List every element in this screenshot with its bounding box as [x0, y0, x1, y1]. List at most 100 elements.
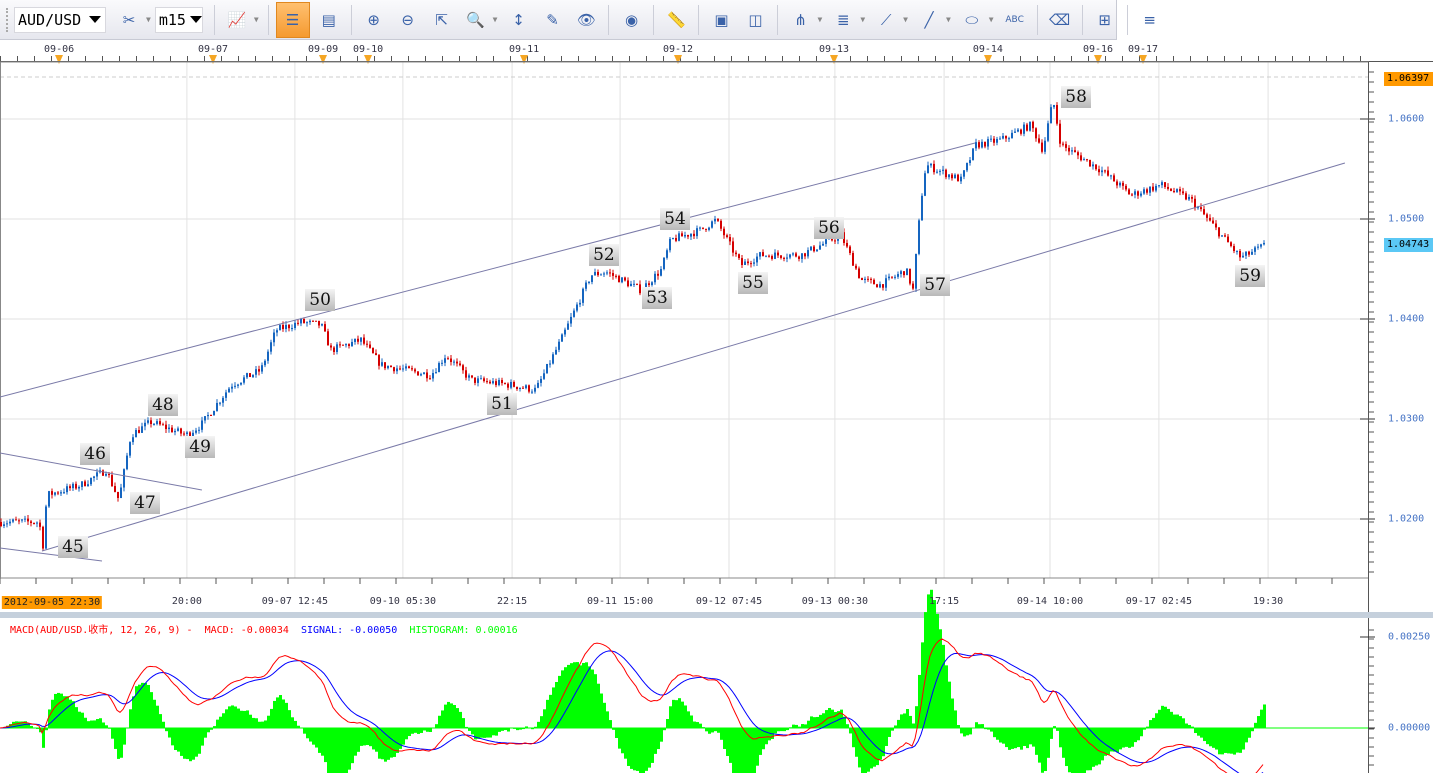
histogram-bar [1086, 728, 1089, 771]
histogram-bar [1101, 728, 1104, 761]
histogram-bar [744, 728, 747, 773]
candle-down [798, 256, 800, 259]
candle-down [705, 228, 707, 230]
histogram-bar [102, 722, 105, 728]
candle-up [291, 328, 293, 330]
candle-down [1170, 188, 1172, 191]
candle-up [252, 374, 254, 378]
candle-up [36, 522, 38, 524]
histogram-bar [1239, 728, 1242, 753]
candle-down [1098, 169, 1100, 173]
candle-up [534, 387, 536, 392]
candle-down [513, 382, 515, 387]
wave-label: 58 [1061, 86, 1092, 108]
candle-up [900, 271, 902, 275]
candle-up [63, 492, 65, 494]
histogram-bar [96, 719, 99, 728]
wave-label: 53 [642, 287, 672, 309]
candle-down [258, 369, 260, 372]
histogram-bar [279, 695, 282, 728]
histogram-bar [267, 715, 270, 728]
histogram-bar [1173, 714, 1176, 728]
histogram-bar [450, 703, 453, 728]
candle-down [777, 252, 779, 256]
candle-down [1173, 190, 1175, 192]
candle-up [1257, 246, 1259, 248]
candle-down [411, 368, 413, 370]
candle-down [732, 241, 734, 253]
candle-up [54, 492, 56, 495]
time-label: 09-13 00:30 [801, 596, 869, 607]
candle-down [1230, 242, 1232, 247]
histogram-bar [1014, 728, 1017, 749]
candle-up [351, 341, 353, 346]
histogram-bar [408, 728, 411, 737]
histogram-bar [228, 706, 231, 728]
candle-down [324, 324, 326, 332]
histogram-bar [1176, 714, 1179, 728]
candle-up [936, 171, 938, 173]
histogram-bar [591, 669, 594, 728]
histogram-bar [1116, 728, 1119, 753]
histogram-bar [690, 715, 693, 728]
candle-down [615, 275, 617, 277]
histogram-bar [540, 716, 543, 728]
wave-label: 52 [588, 244, 619, 266]
histogram-bar [1098, 728, 1101, 765]
histogram-bar [711, 728, 714, 733]
candle-down [1041, 142, 1043, 152]
histogram-bar [648, 728, 651, 768]
histogram-bar [723, 728, 726, 749]
histogram-bar [867, 728, 870, 772]
candle-down [1191, 197, 1193, 199]
histogram-bar [303, 728, 306, 734]
candle-up [1119, 182, 1121, 186]
candle-down [528, 385, 530, 392]
candle-up [468, 375, 470, 378]
candle-up [570, 316, 572, 324]
candle-up [810, 246, 812, 251]
histogram-bar [687, 711, 690, 728]
candle-down [426, 372, 428, 379]
histogram-bar [234, 706, 237, 728]
histogram-bar [933, 600, 936, 728]
time-label: 17:15 [929, 596, 960, 607]
candle-down [1137, 191, 1139, 196]
candle-down [1122, 182, 1124, 186]
candle-up [126, 455, 128, 470]
candle-down [102, 470, 104, 476]
price-chart[interactable] [0, 0, 1433, 773]
candle-up [573, 310, 575, 317]
histogram-bar [639, 728, 642, 773]
candle-up [582, 288, 584, 303]
histogram-bar [681, 701, 684, 728]
candle-up [600, 274, 602, 276]
candle-up [897, 274, 899, 277]
histogram-bar [627, 728, 630, 766]
histogram-bar [405, 728, 408, 740]
candle-up [588, 281, 590, 283]
candle-down [1125, 185, 1127, 190]
histogram-bar [651, 728, 654, 763]
panel-splitter[interactable] [0, 612, 1433, 618]
histogram-bar [660, 728, 663, 742]
candle-down [984, 141, 986, 147]
histogram-bar [1005, 728, 1008, 748]
candle-down [858, 268, 860, 279]
candle-up [225, 392, 227, 398]
candle-up [294, 322, 296, 329]
candle-up [942, 169, 944, 171]
candle-down [1038, 138, 1040, 143]
histogram-bar [330, 728, 333, 773]
candle-up [1242, 255, 1244, 258]
histogram-bar [1158, 709, 1161, 728]
histogram-bar [1242, 728, 1245, 750]
wave-label: 57 [920, 274, 951, 296]
histogram-bar [414, 728, 417, 733]
histogram-bar [1125, 728, 1128, 747]
candle-down [501, 379, 503, 384]
candle-up [1110, 175, 1112, 177]
candle-up [345, 344, 347, 346]
candle-up [1050, 107, 1052, 124]
candle-up [81, 481, 83, 487]
